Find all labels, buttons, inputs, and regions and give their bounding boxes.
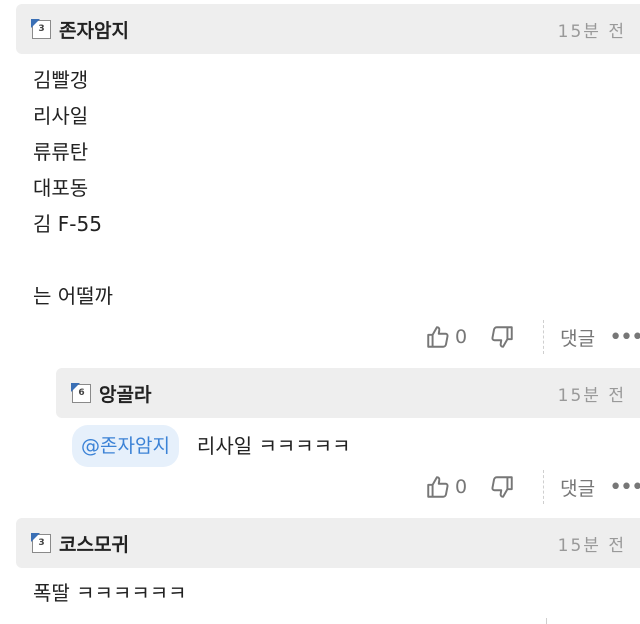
comment-header: 6 앙골라 15분 전 xyxy=(56,368,640,418)
divider xyxy=(546,618,547,624)
comment-body: 폭딸 ㅋㅋㅋㅋㅋㅋ xyxy=(33,575,187,611)
comment-line: 김 F-55 xyxy=(33,212,102,236)
mention-tag[interactable]: @존자암지 xyxy=(72,425,179,467)
thumbs-down-icon[interactable] xyxy=(489,474,515,500)
comment-body: @존자암지 리사일 ㅋㅋㅋㅋㅋ xyxy=(72,425,350,467)
thumbs-up-icon[interactable] xyxy=(425,474,451,500)
comment-author[interactable]: 코스모귀 xyxy=(59,530,129,557)
comment-text: 리사일 ㅋㅋㅋㅋㅋ xyxy=(196,434,351,458)
comment-line xyxy=(33,242,113,278)
divider xyxy=(543,470,545,504)
more-options-icon[interactable]: ••• xyxy=(609,475,640,500)
comment-time: 15분 전 xyxy=(557,21,626,42)
comment-actions: 0 댓글 ••• xyxy=(425,469,640,505)
comment-author[interactable]: 앙골라 xyxy=(99,380,151,407)
comment-time: 15분 전 xyxy=(557,535,626,556)
divider xyxy=(543,320,545,354)
comment-time: 15분 전 xyxy=(557,385,626,406)
reply-button[interactable]: 댓글 xyxy=(560,474,595,501)
comment-line: 류류탄 xyxy=(33,140,89,164)
like-count: 0 xyxy=(455,326,468,348)
comment-text: 폭딸 ㅋㅋㅋㅋㅋㅋ xyxy=(33,581,187,605)
level-badge-icon: 3 xyxy=(31,532,51,553)
level-badge-icon: 3 xyxy=(31,18,51,39)
comment-line: 김빨갱 xyxy=(33,68,89,92)
level-badge-icon: 6 xyxy=(71,382,91,403)
more-options-icon[interactable]: ••• xyxy=(609,325,640,350)
thumbs-up-icon[interactable] xyxy=(425,324,451,350)
like-count: 0 xyxy=(455,476,468,498)
comment-line: 는 어떨까 xyxy=(33,284,113,308)
comment-actions: 0 댓글 ••• xyxy=(425,319,640,355)
reply-button[interactable]: 댓글 xyxy=(560,324,595,351)
thumbs-down-icon[interactable] xyxy=(489,324,515,350)
comment-line: 대포동 xyxy=(33,176,89,200)
comment-body: 김빨갱 리사일 류류탄 대포동 김 F-55 는 어떨까 xyxy=(33,62,113,314)
comment-header: 3 코스모귀 15분 전 xyxy=(16,518,640,568)
comment-author[interactable]: 존자암지 xyxy=(59,16,129,43)
comment-line: 리사일 xyxy=(33,104,89,128)
comment-header: 3 존자암지 15분 전 xyxy=(16,4,640,54)
